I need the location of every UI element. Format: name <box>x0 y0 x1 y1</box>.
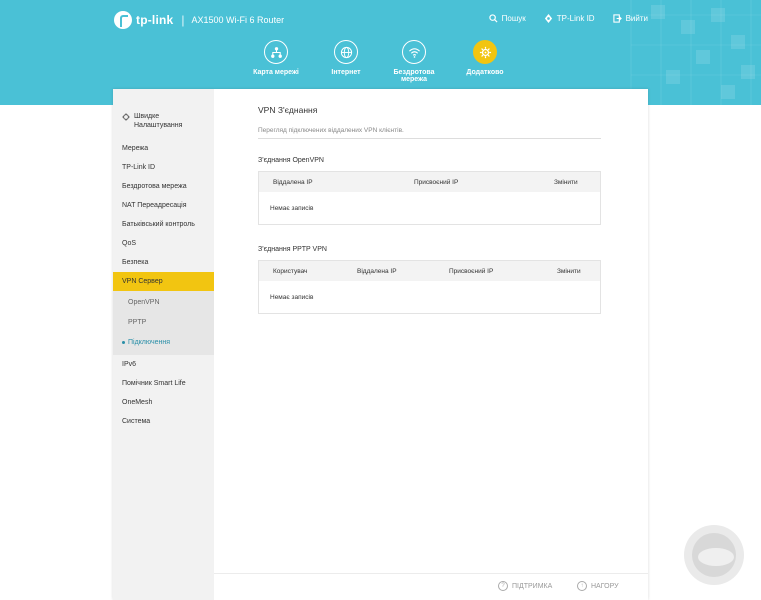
tp-link-logo-icon <box>114 11 132 29</box>
pptp-table: Користувач Віддалена IP Присвоєний IP Зм… <box>258 260 601 314</box>
top-links: Пошук TP-Link ID Вийти <box>488 14 648 23</box>
tplink-id-link[interactable]: TP-Link ID <box>544 14 595 23</box>
watermark-logo <box>684 525 744 585</box>
sidebar-item-onemesh[interactable]: OneMesh <box>113 393 214 412</box>
quick-setup-icon <box>122 113 130 121</box>
brand-logo[interactable]: tp-link | AX1500 Wi-Fi 6 Router <box>114 11 284 29</box>
back-to-top-label: НАГОРУ <box>591 582 619 590</box>
support-icon: ? <box>498 581 508 591</box>
nav-wireless-label-1: Бездротова <box>393 69 435 76</box>
vpn-submenu: OpenVPN PPTP Підключення <box>113 291 214 355</box>
sidebar: Швидке Налаштування Мережа TP-Link ID Бе… <box>113 89 214 600</box>
nav-network-map[interactable]: Карта мережі <box>236 40 316 76</box>
content-card: Швидке Налаштування Мережа TP-Link ID Бе… <box>113 89 648 600</box>
sidebar-item-qos[interactable]: QoS <box>113 234 214 253</box>
openvpn-section-title: З'єднання OpenVPN <box>258 157 324 164</box>
col-assigned-ip: Присвоєний IP <box>414 178 459 186</box>
wifi-icon <box>402 40 426 64</box>
pptp-section-title: З'єднання PPTP VPN <box>258 246 327 253</box>
sidebar-item-parental-controls[interactable]: Батьківський контроль <box>113 215 214 234</box>
user-icon <box>544 14 552 23</box>
openvpn-empty-text: Немає записів <box>270 204 314 212</box>
page-description: Перегляд підключених віддалених VPN кліє… <box>258 127 601 139</box>
footer-bar: ? ПІДТРИМКА ↑ НАГОРУ <box>214 573 648 600</box>
sidebar-item-smart-life[interactable]: Помічник Smart Life <box>113 374 214 393</box>
quick-setup-label-2: Налаштування <box>134 122 183 129</box>
support-label: ПІДТРИМКА <box>512 582 553 590</box>
nav-advanced-label: Додатково <box>466 69 504 76</box>
pptp-empty-row: Немає записів <box>259 281 600 313</box>
page-title: VPN З'єднання <box>258 105 318 115</box>
logout-link-label: Вийти <box>625 14 648 23</box>
nav-advanced[interactable]: Додатково <box>445 40 525 76</box>
sidebar-item-wireless[interactable]: Бездротова мережа <box>113 177 214 196</box>
tplink-id-link-label: TP-Link ID <box>556 14 595 23</box>
current-dot-icon <box>122 340 125 344</box>
sidebar-subitem-pptp[interactable]: PPTP <box>113 313 214 333</box>
arrow-up-icon: ↑ <box>577 581 587 591</box>
logo-separator: | <box>181 13 185 27</box>
router-model: AX1500 Wi-Fi 6 Router <box>191 15 285 25</box>
openvpn-table: Віддалена IP Присвоєний IP Змінити Немає… <box>258 171 601 225</box>
sidebar-subitem-openvpn[interactable]: OpenVPN <box>113 293 214 313</box>
openvpn-table-header: Віддалена IP Присвоєний IP Змінити <box>259 172 600 192</box>
nav-wireless[interactable]: Бездротова мережа <box>374 40 454 83</box>
col-modify: Змінити <box>554 178 578 186</box>
gear-icon <box>473 40 497 64</box>
col-remote-ip: Віддалена IP <box>357 267 397 275</box>
brand-name: tp-link <box>136 13 174 27</box>
sidebar-item-tplink-id[interactable]: TP-Link ID <box>113 158 214 177</box>
pptp-empty-text: Немає записів <box>270 293 314 301</box>
quick-setup-label-1: Швидке <box>134 113 160 120</box>
support-link[interactable]: ? ПІДТРИМКА <box>498 581 552 591</box>
search-icon <box>488 14 498 23</box>
sidebar-item-ipv6[interactable]: IPv6 <box>113 355 214 374</box>
openvpn-empty-row: Немає записів <box>259 192 600 224</box>
search-link-label: Пошук <box>501 14 526 23</box>
search-link[interactable]: Пошук <box>488 14 526 23</box>
nav-wireless-label-2: мережа <box>400 76 428 83</box>
network-map-icon <box>264 40 288 64</box>
sidebar-item-security[interactable]: Безпека <box>113 253 214 272</box>
logout-link[interactable]: Вийти <box>612 14 648 23</box>
nav-network-map-label: Карта мережі <box>253 69 299 76</box>
pptp-table-header: Користувач Віддалена IP Присвоєний IP Зм… <box>259 261 600 281</box>
sidebar-item-vpn-server[interactable]: VPN Сервер <box>113 272 214 291</box>
back-to-top-link[interactable]: ↑ НАГОРУ <box>577 581 619 591</box>
globe-icon <box>334 40 358 64</box>
logout-icon <box>612 14 622 23</box>
sidebar-item-network[interactable]: Мережа <box>113 139 214 158</box>
col-modify: Змінити <box>557 267 581 275</box>
sidebar-item-quick-setup[interactable]: Швидке Налаштування <box>113 103 214 139</box>
col-assigned-ip: Присвоєний IP <box>449 267 494 275</box>
sidebar-item-nat-forwarding[interactable]: NAT Переадресація <box>113 196 214 215</box>
col-user: Користувач <box>273 267 308 275</box>
main-content: VPN З'єднання Перегляд підключених відда… <box>214 89 648 569</box>
sidebar-item-system[interactable]: Система <box>113 412 214 431</box>
sidebar-subitem-connections-label: Підключення <box>128 339 171 346</box>
col-remote-ip: Віддалена IP <box>273 178 313 186</box>
sidebar-subitem-connections[interactable]: Підключення <box>113 333 214 353</box>
